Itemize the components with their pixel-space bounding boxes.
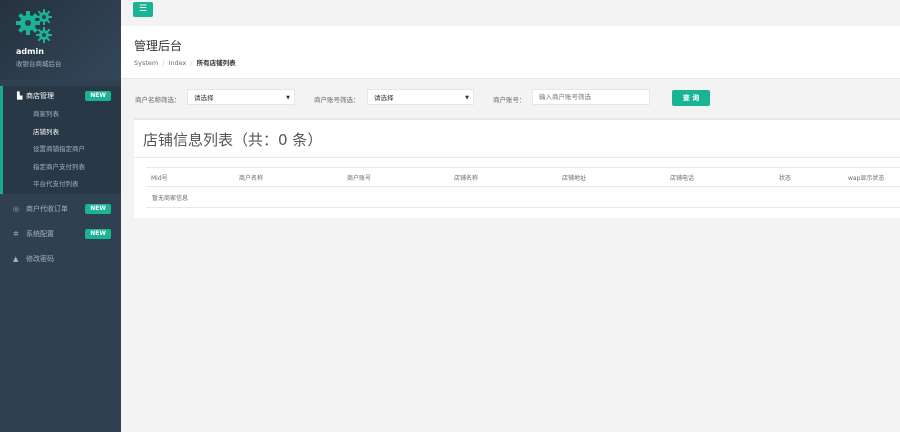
hamburger-icon: ☰ [138, 4, 148, 14]
merchant-account-select-value: 请选择 [374, 94, 394, 102]
account-filter-label: 商户账号： [493, 96, 526, 104]
card-title: 店铺信息列表（共：0 条） [143, 131, 323, 149]
sidebar-item-label: 修改密码 [26, 254, 54, 263]
top-bar: ☰ [121, 0, 900, 26]
column-header-mid: Mid号 [151, 175, 168, 182]
merchant-account-select[interactable]: 请选择 ▼ [367, 89, 474, 105]
column-header-merchant-name: 商户名称 [239, 175, 264, 182]
sidebar-item-system-config[interactable]: ✲ 系统配置 NEW [0, 224, 121, 244]
sidebar-nav: ▙ 商店管理 NEW 商家列表 店铺列表 设置商铺指定商户 指定商户支付列表 平… [0, 86, 121, 269]
user-name[interactable]: admin [16, 47, 44, 56]
breadcrumb-index[interactable]: Index [168, 59, 186, 67]
page-title: 管理后台 [134, 39, 183, 53]
submenu-item-merchant-payments[interactable]: 指定商户支付列表 [3, 159, 121, 177]
table-header: Mid号 商户名称 商户账号 店铺名称 店铺地址 店铺电话 状态 wap显示状态 [146, 167, 900, 187]
caret-down-icon: ▼ [465, 95, 469, 101]
sidebar-item-label: 系统配置 [26, 229, 54, 238]
table-row: 暂无商家信息 [146, 187, 900, 208]
gear-icon: ✲ [13, 229, 19, 238]
page-heading: 管理后台 System / Index / 所有店铺列表 [121, 26, 900, 79]
column-header-wap-status: wap显示状态 [848, 175, 885, 182]
empty-table-message: 暂无商家信息 [152, 195, 189, 202]
account-search-input[interactable] [532, 89, 650, 105]
gears-logo-icon [16, 9, 52, 43]
submenu-item-assign-merchant[interactable]: 设置商铺指定商户 [3, 141, 121, 159]
card-divider [134, 157, 900, 158]
column-header-shop-name: 店铺名称 [454, 175, 479, 182]
sidebar-item-label: 商户代收订单 [26, 204, 68, 213]
shop-list-card: 店铺信息列表（共：0 条） Mid号 商户名称 商户账号 店铺名称 店铺地址 店… [134, 118, 900, 218]
breadcrumb-current: 所有店铺列表 [196, 59, 236, 67]
submenu-item-merchant-list[interactable]: 商家列表 [3, 106, 121, 124]
new-badge: NEW [85, 203, 111, 214]
new-badge: NEW [85, 228, 111, 239]
globe-icon: ◎ [13, 204, 20, 213]
breadcrumb-system[interactable]: System [134, 59, 158, 67]
column-header-merchant-account: 商户账号 [347, 175, 372, 182]
new-badge: NEW [85, 91, 111, 101]
sidebar: admin 收银台商城后台 ▙ 商店管理 NEW 商家列表 店铺列表 设置商铺指… [0, 0, 121, 432]
sidebar-item-collection-orders[interactable]: ◎ 商户代收订单 NEW [0, 199, 121, 219]
shop-table: Mid号 商户名称 商户账号 店铺名称 店铺地址 店铺电话 状态 wap显示状态… [146, 167, 900, 208]
bar-chart-icon: ▙ [17, 92, 23, 100]
submenu-item-shop-list[interactable]: 店铺列表 [3, 124, 121, 142]
merchant-name-filter-label: 商户名称筛选： [135, 96, 181, 104]
query-button[interactable]: 查 询 [672, 90, 710, 106]
column-header-shop-phone: 店铺电话 [670, 175, 695, 182]
filter-bar: 商户名称筛选： 请选择 ▼ 商户账号筛选： 请选择 ▼ 商户账号： 查 询 [121, 80, 900, 116]
caret-down-icon: ▼ [286, 95, 290, 101]
breadcrumb: System / Index / 所有店铺列表 [134, 59, 236, 67]
menu-toggle-button[interactable]: ☰ [133, 2, 153, 17]
merchant-name-select[interactable]: 请选择 ▼ [187, 89, 295, 105]
sidebar-item-label: 商店管理 [26, 92, 54, 100]
merchant-name-select-value: 请选择 [194, 94, 214, 102]
sidebar-item-shop-management[interactable]: ▙ 商店管理 NEW [0, 86, 121, 106]
column-header-shop-address: 店铺地址 [562, 175, 587, 182]
submenu-item-platform-payments[interactable]: 平台代支付列表 [3, 176, 121, 194]
sidebar-item-change-password[interactable]: ▲ 修改密码 [0, 249, 121, 269]
profile-header: admin 收银台商城后台 [0, 0, 121, 80]
column-header-status: 状态 [779, 175, 792, 182]
merchant-account-filter-label: 商户账号筛选： [314, 96, 360, 104]
user-role: 收银台商城后台 [16, 60, 62, 68]
lock-icon: ▲ [13, 254, 19, 263]
sidebar-submenu: 商家列表 店铺列表 设置商铺指定商户 指定商户支付列表 平台代支付列表 [0, 106, 121, 194]
